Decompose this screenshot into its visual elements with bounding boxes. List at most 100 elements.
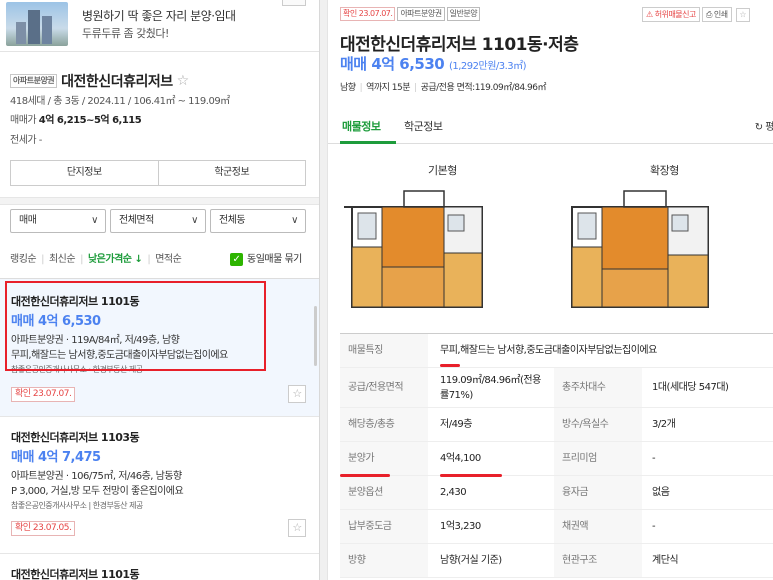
checkbox-icon: ✓ [230, 252, 243, 266]
filter-trade-type[interactable]: 매매 ∨ [10, 209, 106, 233]
highlight-box [5, 281, 266, 371]
detail-tags: 확인 23.07.07. 아파트분양권 일반분양 [340, 6, 481, 21]
detail-price-unit: (1,292만원/3.3㎡) [448, 61, 527, 72]
complex-meta: 418세대 / 총 3동 / 2024.11 / 106.41㎡ ~ 119.0… [10, 96, 230, 107]
sort-ranking[interactable]: 랭킹순 [10, 254, 37, 265]
listing-spec: 아파트분양권 · 106/75㎡, 저/46층, 남동향 [11, 471, 182, 482]
star-icon[interactable]: ☆ [735, 7, 750, 22]
floorplan-basic-image[interactable] [344, 185, 494, 315]
detail-actions: ⚠ 허위매물신고 ⎙ 인쇄 ☆ [642, 7, 750, 22]
row-key: 현관구조 [562, 555, 597, 566]
row-value: - [652, 453, 656, 464]
star-icon[interactable]: ☆ [288, 385, 306, 403]
type-tag: 아파트분양권 [397, 7, 445, 21]
detail-price-value: 매매 4억 6,530 [340, 55, 445, 73]
section-separator [0, 197, 319, 205]
row-value: 3/2개 [652, 419, 676, 430]
school-info-button[interactable]: 학군정보 [157, 161, 306, 185]
row-key: 매물특징 [348, 345, 383, 356]
listing-description: P 3,000, 거실,방 모두 전망이 좋은집이에요 [11, 486, 184, 497]
complex-info-button[interactable]: 단지정보 [11, 161, 158, 185]
star-icon[interactable]: ☆ [288, 519, 306, 537]
row-key: 융자금 [562, 487, 589, 498]
filter-trade-type-label: 매매 [19, 215, 37, 226]
table-row: 분양가 4억4,100 프리미엄 - [340, 442, 773, 476]
detail-title: 대전한신더휴리저브 1101동·저층 [340, 35, 579, 55]
row-key: 분양옵션 [348, 487, 383, 498]
refresh-icon[interactable]: ↻ 평 [755, 118, 773, 133]
row-key: 공급/전용면적 [348, 382, 404, 393]
report-button[interactable]: ⚠ 허위매물신고 [642, 7, 700, 22]
filter-bar: 매매 ∨ 전체면적 ∨ 전체동 ∨ [10, 209, 306, 233]
table-row: 납부중도금 1억3,230 채권액 - [340, 510, 773, 544]
row-key: 납부중도금 [348, 521, 392, 532]
detail-price: 매매 4억 6,530 (1,292만원/3.3㎡) [340, 53, 527, 74]
floorplan-extended-label[interactable]: 확장형 [650, 162, 679, 178]
ad-close-icon[interactable] [282, 0, 306, 6]
ad-banner[interactable]: 병원하기 딱 좋은 자리 분양·임대 두류두류 좀 갖췄다! [0, 0, 319, 52]
row-value: 4억4,100 [440, 453, 481, 464]
tab-school-info[interactable]: 학군정보 [404, 118, 443, 134]
table-row: 분양옵션 2,430 융자금 없음 [340, 476, 773, 510]
row-value: 계단식 [652, 555, 679, 566]
row-value: 1억3,230 [440, 521, 481, 532]
listing-agent: 참좋은공인중개사사무소 | 한경부동산 제공 [11, 501, 143, 510]
row-value: 2,430 [440, 487, 467, 498]
filter-building-label: 전체동 [219, 215, 246, 226]
listing-confirm-badge: 확인 23.07.05. [11, 521, 76, 536]
list-item[interactable]: 대전한신더휴리저브 1101동 [0, 554, 319, 580]
row-value: - [652, 521, 656, 532]
listing-title: 대전한신더휴리저브 1101동 [11, 568, 140, 580]
row-value: 1대(세대당 547대) [652, 382, 729, 393]
table-row: 공급/전용면적 119.09㎡/84.96㎡(전용 률71%) 총주차대수 1대… [340, 368, 773, 408]
scrollbar-thumb[interactable] [314, 306, 317, 366]
print-label: 인쇄 [713, 10, 728, 19]
print-button[interactable]: ⎙ 인쇄 [701, 7, 732, 22]
panel-gap [320, 0, 327, 580]
row-value: 없음 [652, 487, 670, 498]
highlight-underline [340, 474, 390, 477]
sort-bar: 랭킹순 | 최신순 | 낮은가격순 ↓ | 면적순 ✓ 동일매물 묶기 [10, 250, 310, 266]
complex-buttons: 단지정보 학군정보 [10, 160, 306, 186]
complex-name[interactable]: 대전한신더휴리저브 [61, 74, 173, 90]
sort-low-price[interactable]: 낮은가격순 ↓ [88, 254, 143, 265]
chevron-down-icon: ∨ [291, 215, 298, 226]
row-key: 채권액 [562, 521, 589, 532]
filter-building[interactable]: 전체동 ∨ [210, 209, 306, 233]
complex-jeonse: 전세가 - [10, 135, 42, 146]
floorplan-basic-label[interactable]: 기본형 [428, 162, 457, 178]
sale-price-value: 4억 6,215~5억 6,115 [38, 115, 142, 126]
row-value: 남향(거실 기준) [440, 555, 502, 566]
table-row: 해당층/총층 저/49층 방수/욕실수 3/2개 [340, 408, 773, 442]
sort-area[interactable]: 면적순 [155, 254, 182, 265]
row-value-continued: 률71%) [440, 390, 473, 401]
row-value: 119.09㎡/84.96㎡(전용 [440, 375, 541, 386]
listing-title: 대전한신더휴리저브 1103동 [11, 431, 140, 444]
tab-listing-info[interactable]: 매물정보 [342, 118, 381, 134]
detail-summary: 남향 | 역까지 15분 | 공급/전용 면적:119.09㎡/84.96㎡ [340, 83, 547, 93]
list-item[interactable]: 대전한신더휴리저브 1103동 매매 4억 7,475 아파트분양권 · 106… [0, 417, 319, 553]
floorplan-extended-image[interactable] [566, 185, 716, 315]
complex-type-tag: 아파트분양권 [10, 74, 58, 88]
same-listing-label: 동일매물 묶기 [247, 254, 302, 265]
table-row: 방향 남향(거실 기준) 현관구조 계단식 [340, 544, 773, 578]
ad-thumbnail [6, 2, 68, 46]
active-tab-indicator [340, 141, 396, 144]
sale-label: 매매가 [10, 115, 37, 126]
filter-area[interactable]: 전체면적 ∨ [110, 209, 206, 233]
confirm-tag: 확인 23.07.07. [340, 7, 396, 21]
chevron-down-icon: ∨ [91, 215, 98, 226]
row-key: 분양가 [348, 453, 375, 464]
favorite-star-icon[interactable]: ☆ [177, 73, 190, 89]
report-label: 허위매물신고 [654, 10, 697, 19]
complex-sale-price: 매매가 4억 6,215~5억 6,115 [10, 111, 142, 126]
row-key: 방향 [348, 555, 366, 566]
row-value: 저/49층 [440, 419, 473, 430]
table-row: 매물특징 무피,해잘드는 남서향,중도금대출이자부담없는집이에요 [340, 334, 773, 368]
sort-latest[interactable]: 최신순 [49, 254, 76, 265]
same-listing-toggle[interactable]: ✓ 동일매물 묶기 [230, 250, 302, 266]
detail-tabs: 매물정보 학군정보 ↻ 평 [328, 108, 773, 144]
listing-confirm-badge: 확인 23.07.07. [11, 387, 76, 402]
row-key: 프리미엄 [562, 453, 597, 464]
complex-title: 아파트분양권 대전한신더휴리저브 ☆ [10, 71, 189, 91]
